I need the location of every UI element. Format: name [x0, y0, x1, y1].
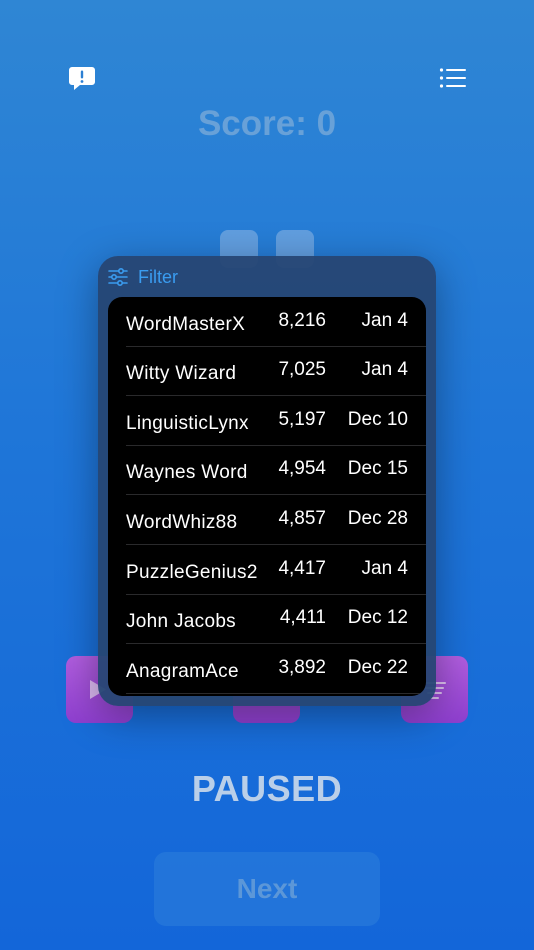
player-name: John Jacobs	[126, 611, 236, 633]
next-button[interactable]: Next	[154, 852, 380, 926]
next-button-label: Next	[236, 873, 298, 904]
list-icon	[439, 68, 466, 88]
player-score: 4,411	[279, 607, 326, 629]
score-date: Jan 4	[361, 309, 408, 331]
feedback-button[interactable]	[65, 61, 99, 95]
leaderboard-list[interactable]: WordMasterX 8,216 Jan 4 Witty Wizard 7,0…	[108, 297, 426, 696]
paused-label: PAUSED	[191, 768, 343, 809]
score-date: Dec 12	[347, 607, 408, 629]
player-score: 8,216	[278, 309, 326, 331]
list-item[interactable]: PuzzleGenius2 4,417 Jan 4	[126, 545, 426, 595]
list-item[interactable]: Witty Wizard 7,025 Jan 4	[126, 347, 426, 397]
player-name: WordMasterX	[126, 313, 246, 335]
player-score: 4,417	[278, 557, 326, 579]
player-score: 3,892	[278, 656, 326, 678]
filter-label: Filter	[138, 266, 178, 287]
filter-button[interactable]: Filter	[108, 266, 178, 288]
score-label: Score: 0	[197, 104, 337, 143]
score-date: Dec 28	[347, 507, 408, 529]
score-date: Jan 4	[361, 359, 408, 381]
score-date: Dec 10	[347, 408, 408, 430]
score-date: Jan 4	[361, 557, 408, 579]
feedback-bubble-icon	[69, 67, 95, 90]
player-name: Waynes Word	[126, 462, 248, 484]
list-item[interactable]: Waynes Word 4,954 Dec 15	[126, 446, 426, 496]
player-name: AnagramAce	[126, 660, 239, 682]
player-score: 4,954	[278, 458, 326, 480]
menu-button[interactable]	[436, 61, 470, 95]
list-item[interactable]: WordMasterX 8,216 Jan 4	[126, 297, 426, 347]
player-name: PuzzleGenius2	[126, 561, 258, 583]
leaderboard-popover: Filter WordMasterX 8,216 Jan 4 Witty Wiz…	[98, 256, 436, 706]
list-item[interactable]: John Jacobs 4,411 Dec 12	[126, 595, 426, 645]
player-name: WordWhiz88	[126, 511, 238, 533]
player-name: LinguisticLynx	[126, 412, 249, 434]
sliders-icon	[108, 268, 128, 286]
list-item[interactable]: LinguisticLynx 5,197 Dec 10	[126, 396, 426, 446]
player-score: 7,025	[278, 359, 326, 381]
list-item[interactable]: WordWhiz88 4,857 Dec 28	[126, 495, 426, 545]
player-score: 4,857	[278, 507, 326, 529]
list-item[interactable]: AnagramAce 3,892 Dec 22	[126, 644, 426, 694]
score-date: Dec 22	[347, 656, 408, 678]
player-name: Witty Wizard	[126, 363, 237, 385]
score-date: Dec 15	[347, 458, 408, 480]
player-score: 5,197	[278, 408, 326, 430]
